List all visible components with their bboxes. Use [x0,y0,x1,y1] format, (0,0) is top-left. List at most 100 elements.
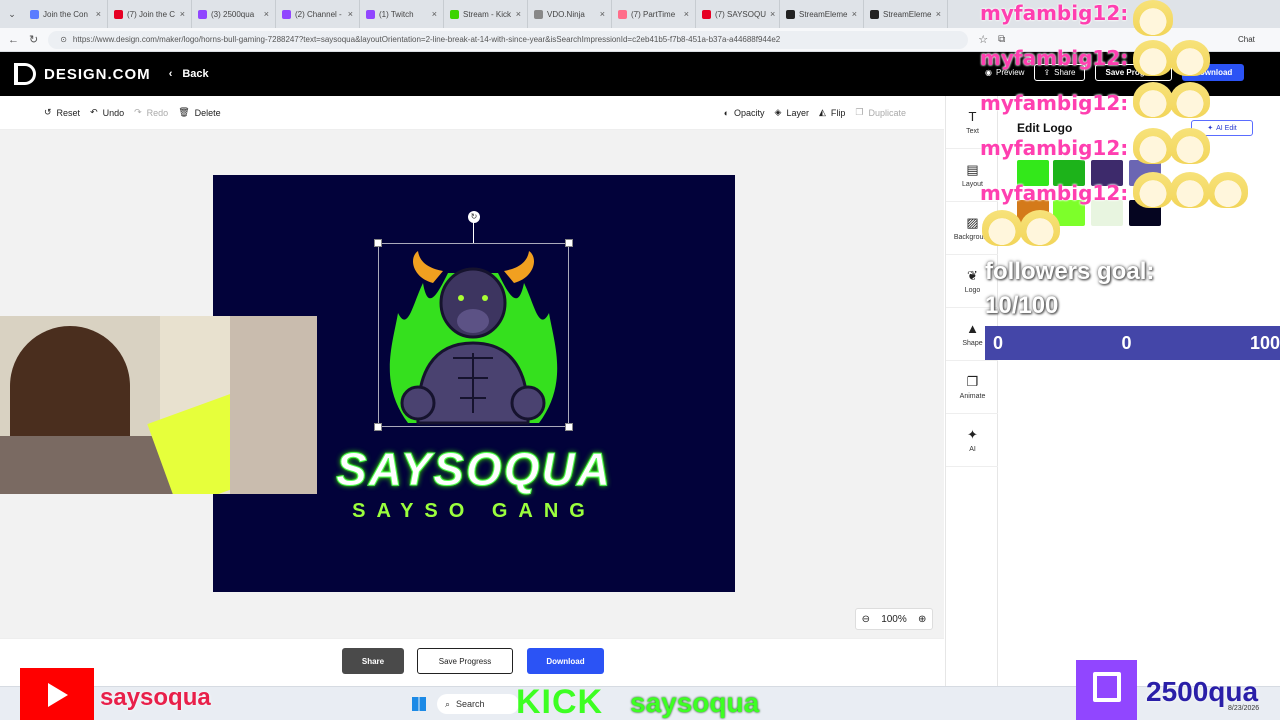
chat-emote-icon [1133,40,1173,76]
chat-emote-icon [1133,82,1173,118]
back-arrow-icon[interactable]: ← [8,34,19,46]
close-icon[interactable]: × [684,9,689,19]
trash-icon: 🗑 [178,107,190,117]
close-icon[interactable]: × [180,9,185,19]
zoom-out-icon[interactable]: ⊖ [862,614,870,625]
twitch-channel-name: 2500qua [1146,676,1259,707]
tab-label: Stream - Kick [463,9,512,19]
address-bar[interactable]: ⊙ https://www.design.com/maker/logo/horn… [48,30,969,49]
resize-handle[interactable] [565,239,573,247]
duplicate-button[interactable]: ❐ Duplicate [855,107,906,118]
chat-emote-icon [1170,82,1210,118]
resize-handle[interactable] [374,423,382,431]
zoom-level: 100% [881,613,907,625]
flip-button[interactable]: ◭ Flip [819,107,845,118]
rotate-handle-icon[interactable]: ↻ [468,211,480,223]
se-icon [786,9,795,19]
flip-label: Flip [830,107,846,118]
flip-icon: ◭ [818,107,826,117]
close-icon[interactable]: × [936,9,941,19]
tab-label: VDO.Ninja [547,9,585,19]
goal-min: 0 [993,332,1004,353]
opacity-icon: ◐ [723,107,729,118]
twitch-icon [198,9,207,19]
back-button[interactable]: ‹ Back [169,68,209,80]
bottom-save-progress-button[interactable]: Save Progress [417,648,513,674]
youtube-channel-name: saysoqua [100,684,211,711]
resize-handle[interactable] [374,239,382,247]
bottom-share-button[interactable]: Share [342,648,404,674]
rail-item-ai[interactable]: ✦ AI [946,414,999,467]
text-icon: T [968,108,977,124]
zoom-in-icon[interactable]: ⊕ [918,614,926,625]
kick-channel-name: saysoqua [630,687,760,718]
chat-username: myfambig12: [980,136,1129,160]
bottom-download-button[interactable]: Download [527,648,604,674]
reload-icon[interactable]: ↻ [29,33,38,46]
search-label: Search [456,699,485,709]
undo-label: Undo [102,107,125,118]
chat-emote-icon [1170,128,1210,164]
followers-goal-widget: followers goal: 10/100 [985,255,1154,323]
windows-start-icon[interactable] [412,697,426,711]
ai-edit-label: AI Edit [1216,124,1237,132]
design-com-logo[interactable]: DESIGN.COM [14,63,151,85]
browser-tab[interactable]: VDO.Ninja × [528,0,612,28]
rail-label: Text [966,127,979,135]
site-info-icon[interactable]: ⊙ [60,35,67,44]
ai-sparkle-icon: ✦ [967,426,978,442]
browser-tab[interactable]: (3) 2500qua × [192,0,276,28]
browser-tab[interactable]: StreamEleme × [864,0,948,28]
chat-emote-icon [1133,0,1173,36]
goal-count: 10/100 [985,292,1059,319]
close-icon[interactable]: × [348,9,353,19]
webcam-overlay [0,316,317,494]
browser-tab[interactable]: (7) Join the C × [108,0,192,28]
rail-label: AI [969,445,976,453]
stream-chat-overlay: myfambig12: myfambig12: myfambig12: myfambi… [980,0,1140,221]
chat-username: myfambig12: [980,91,1129,115]
browser-tab[interactable]: (2) Channel - × [276,0,360,28]
back-label: Back [182,68,209,80]
logo-icon: ❦ [967,267,978,283]
undo-button[interactable]: ↶ Undo [90,107,124,118]
goal-title: followers goal: [985,258,1155,285]
resize-handle[interactable] [565,423,573,431]
close-icon[interactable]: × [516,9,521,19]
close-icon[interactable]: × [264,9,269,19]
close-icon[interactable]: × [770,9,775,19]
browser-tab[interactable]: StreamEleme × [780,0,864,28]
browser-tab[interactable]: Stream - Kick × [444,0,528,28]
chat-emote-icon [1020,210,1060,246]
opacity-label: Opacity [734,107,765,118]
close-icon[interactable]: × [96,9,101,19]
close-icon[interactable]: × [432,9,437,19]
tab-label: (1) Twitch [379,9,414,19]
browser-tab[interactable]: (1) Twitch × [360,0,444,28]
delete-label: Delete [194,107,221,118]
chat-label[interactable]: Chat [1238,35,1255,44]
redo-button[interactable]: ↷ Redo [134,107,168,118]
delete-button[interactable]: 🗑 Delete [178,107,220,118]
chat-emote-icon [982,210,1022,246]
layer-button[interactable]: ◈ Layer [775,107,809,118]
browser-tab[interactable]: (7) PartTime × [612,0,696,28]
browser-tab[interactable]: Join the Con × [24,0,108,28]
search-icon: ⌕ [445,698,451,709]
selection-box[interactable] [374,239,573,431]
close-icon[interactable]: × [600,9,605,19]
taskbar-search[interactable]: ⌕ Search [437,694,519,714]
rail-item-animate[interactable]: ❐ Animate [946,361,999,414]
goal-max: 100 [1249,332,1280,353]
tab-list-chevron-icon[interactable]: ⌄ [0,9,24,20]
close-icon[interactable]: × [852,9,857,19]
browser-tab[interactable]: (7) SAYSOQU × [696,0,780,28]
rail-label: Logo [964,286,981,294]
slogan-text[interactable]: SAYSO GANG [213,500,735,523]
tab-label: StreamEleme [883,9,932,19]
kick-icon [450,9,459,19]
opacity-button[interactable]: ◐ Opacity [724,108,765,118]
twitch-logo-icon [1076,660,1137,720]
reset-button[interactable]: ↺ Reset [44,107,80,118]
shape-icon: ▲ [966,320,979,336]
